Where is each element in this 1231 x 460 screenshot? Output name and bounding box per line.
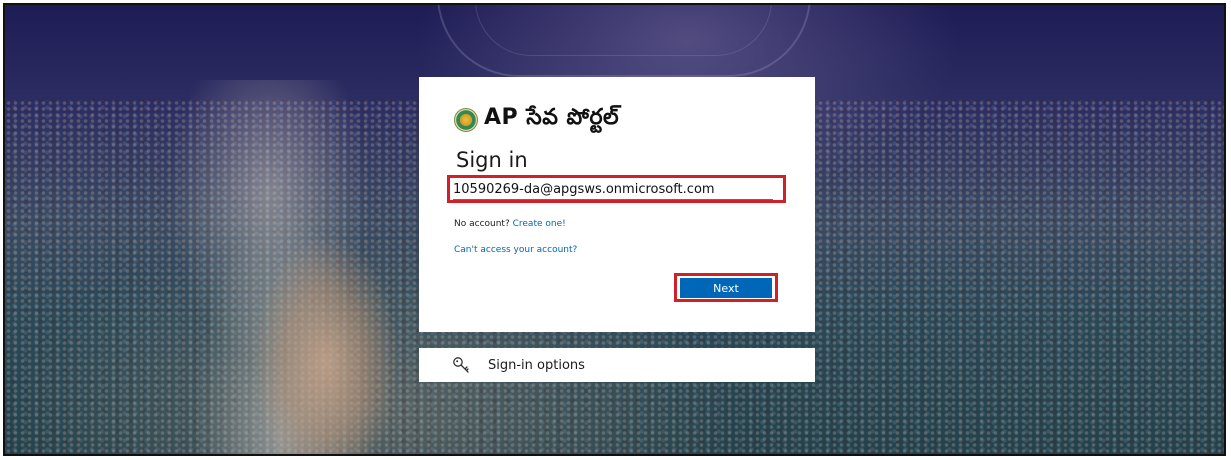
sign-in-options-button[interactable]: Sign-in options — [419, 348, 815, 382]
sign-in-options-label: Sign-in options — [488, 357, 585, 373]
page-title: Sign in — [456, 148, 528, 172]
cant-access-link[interactable]: Can't access your account? — [454, 245, 577, 255]
background-person — [165, 80, 425, 454]
no-account-row: No account? Create one! — [454, 219, 566, 229]
email-input[interactable] — [453, 179, 773, 200]
portal-name: AP సేవ పోర్టల్ — [484, 105, 620, 130]
key-icon — [452, 356, 470, 374]
create-account-link[interactable]: Create one! — [513, 219, 566, 229]
sign-in-card: AP సేవ పోర్టల్ Sign in No account? Creat… — [419, 77, 815, 332]
no-account-text: No account? — [454, 219, 510, 229]
portal-logo: AP సేవ పోర్టల్ — [454, 105, 619, 135]
cant-access-row: Can't access your account? — [454, 245, 577, 255]
ap-emblem-icon — [454, 108, 478, 132]
emblem-watermark-inner — [475, 5, 772, 56]
next-button[interactable]: Next — [680, 278, 772, 298]
